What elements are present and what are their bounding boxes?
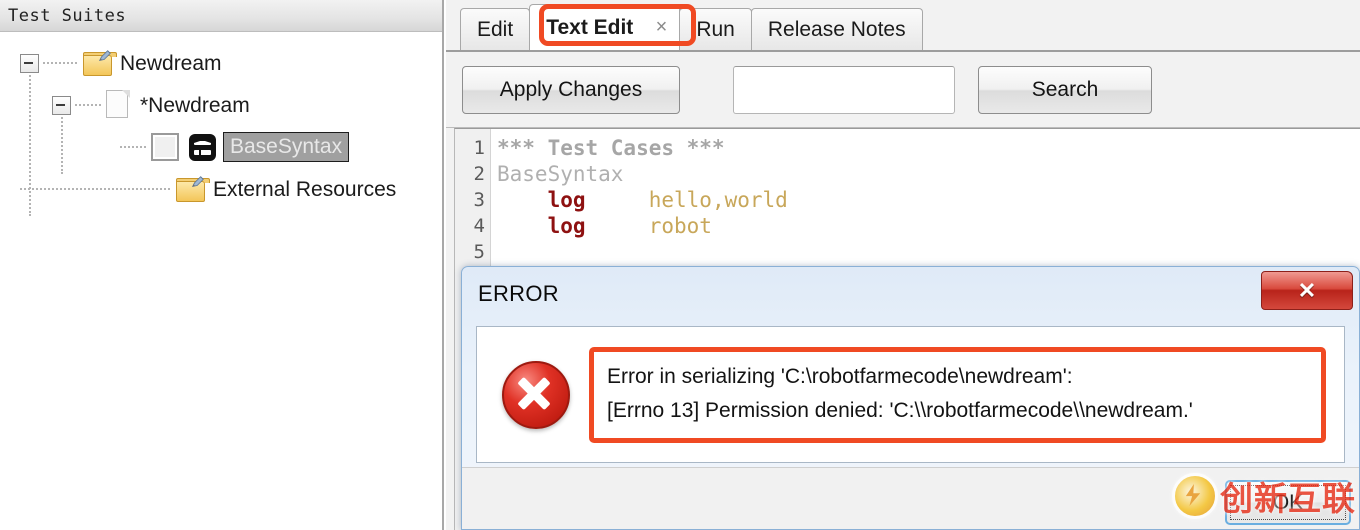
search-button[interactable]: Search: [978, 65, 1152, 114]
line-number: 3: [473, 189, 485, 211]
apply-changes-button[interactable]: Apply Changes: [462, 65, 680, 114]
test-suites-panel: Test Suites Newdream *Newdream BaseSynta…: [0, 0, 444, 530]
error-message-line-2: [Errno 13] Permission denied: 'C:\\robot…: [607, 398, 1193, 422]
tree-item-newdream-file[interactable]: *Newdream: [0, 84, 442, 126]
tab-release-notes[interactable]: Release Notes: [750, 8, 923, 50]
code-token: hello,world: [648, 188, 788, 212]
tab-label: Run: [696, 17, 735, 41]
tree-connector-dots: [75, 103, 101, 107]
panel-title: Test Suites: [8, 5, 127, 26]
editor-toolbar: Apply Changes Search: [446, 52, 1360, 128]
expander-minus-icon[interactable]: [20, 53, 39, 73]
dialog-footer: OK: [462, 467, 1359, 529]
tree-item-external-resources[interactable]: External Resources: [0, 168, 442, 210]
ok-label: OK: [1272, 490, 1304, 514]
code-token: *** Test Cases ***: [497, 136, 725, 160]
tab-label: Edit: [477, 17, 514, 41]
tree-connector-dots: [20, 187, 170, 191]
search-input[interactable]: [733, 65, 955, 114]
tree-connector-dots: [43, 61, 77, 65]
testcase-checkbox[interactable]: [151, 133, 179, 161]
tab-run[interactable]: Run: [679, 8, 752, 50]
tab-label: Text Edit: [546, 15, 634, 39]
close-icon[interactable]: ✕: [1261, 271, 1353, 310]
code-token: log: [547, 188, 586, 212]
line-number: 5: [473, 241, 485, 263]
code-line: log hello,world: [497, 187, 1360, 213]
pencil-overlay-icon: [191, 175, 204, 187]
code-line: BaseSyntax: [497, 161, 1360, 187]
tree-item-basesyntax[interactable]: BaseSyntax: [0, 126, 442, 168]
line-number: 2: [473, 163, 485, 185]
expander-minus-icon[interactable]: [52, 95, 71, 115]
tab-bar: Edit Text Edit × Run Release Notes: [446, 0, 1360, 52]
tree-connector-dots: [120, 145, 146, 149]
tree-item-newdream[interactable]: Newdream: [0, 42, 442, 84]
close-tab-icon[interactable]: ×: [656, 16, 668, 39]
error-message: Error in serializing 'C:\robotfarmecode\…: [589, 346, 1326, 443]
error-message-line-1: Error in serializing 'C:\robotfarmecode\…: [607, 364, 1073, 388]
error-dialog: ERROR ✕ Error in serializing 'C:\robotfa…: [461, 266, 1360, 530]
code-line: log robot: [497, 213, 1360, 239]
tree-item-label: External Resources: [213, 177, 397, 201]
tree-item-label: *Newdream: [140, 93, 250, 117]
code-token: log: [547, 214, 586, 238]
tab-label: Release Notes: [767, 17, 906, 41]
folder-icon: [82, 49, 117, 76]
line-number: 4: [473, 215, 485, 237]
close-glyph: ✕: [1297, 277, 1317, 303]
ok-button[interactable]: OK: [1225, 480, 1351, 525]
code-token: BaseSyntax: [497, 162, 624, 186]
dialog-titlebar[interactable]: ERROR ✕: [462, 267, 1359, 321]
tree-item-label: BaseSyntax: [223, 132, 350, 162]
search-label: Search: [1031, 77, 1099, 101]
suite-tree[interactable]: Newdream *Newdream BaseSyntax External R…: [0, 32, 442, 216]
code-token: robot: [648, 214, 712, 238]
dialog-body: Error in serializing 'C:\robotfarmecode\…: [476, 326, 1345, 463]
dialog-title: ERROR: [478, 281, 559, 306]
tab-edit[interactable]: Edit: [460, 8, 531, 50]
tree-item-label: Newdream: [120, 51, 222, 75]
apply-changes-label: Apply Changes: [499, 77, 643, 101]
error-x-circle-icon: [502, 360, 570, 429]
tab-text-edit[interactable]: Text Edit ×: [529, 4, 681, 50]
folder-icon: [175, 175, 210, 202]
pencil-overlay-icon: [98, 49, 111, 61]
code-line: *** Test Cases ***: [497, 135, 1360, 161]
line-number: 1: [473, 137, 485, 159]
robot-icon: [189, 133, 216, 161]
test-suites-header: Test Suites: [0, 0, 442, 32]
document-icon: [106, 90, 132, 120]
